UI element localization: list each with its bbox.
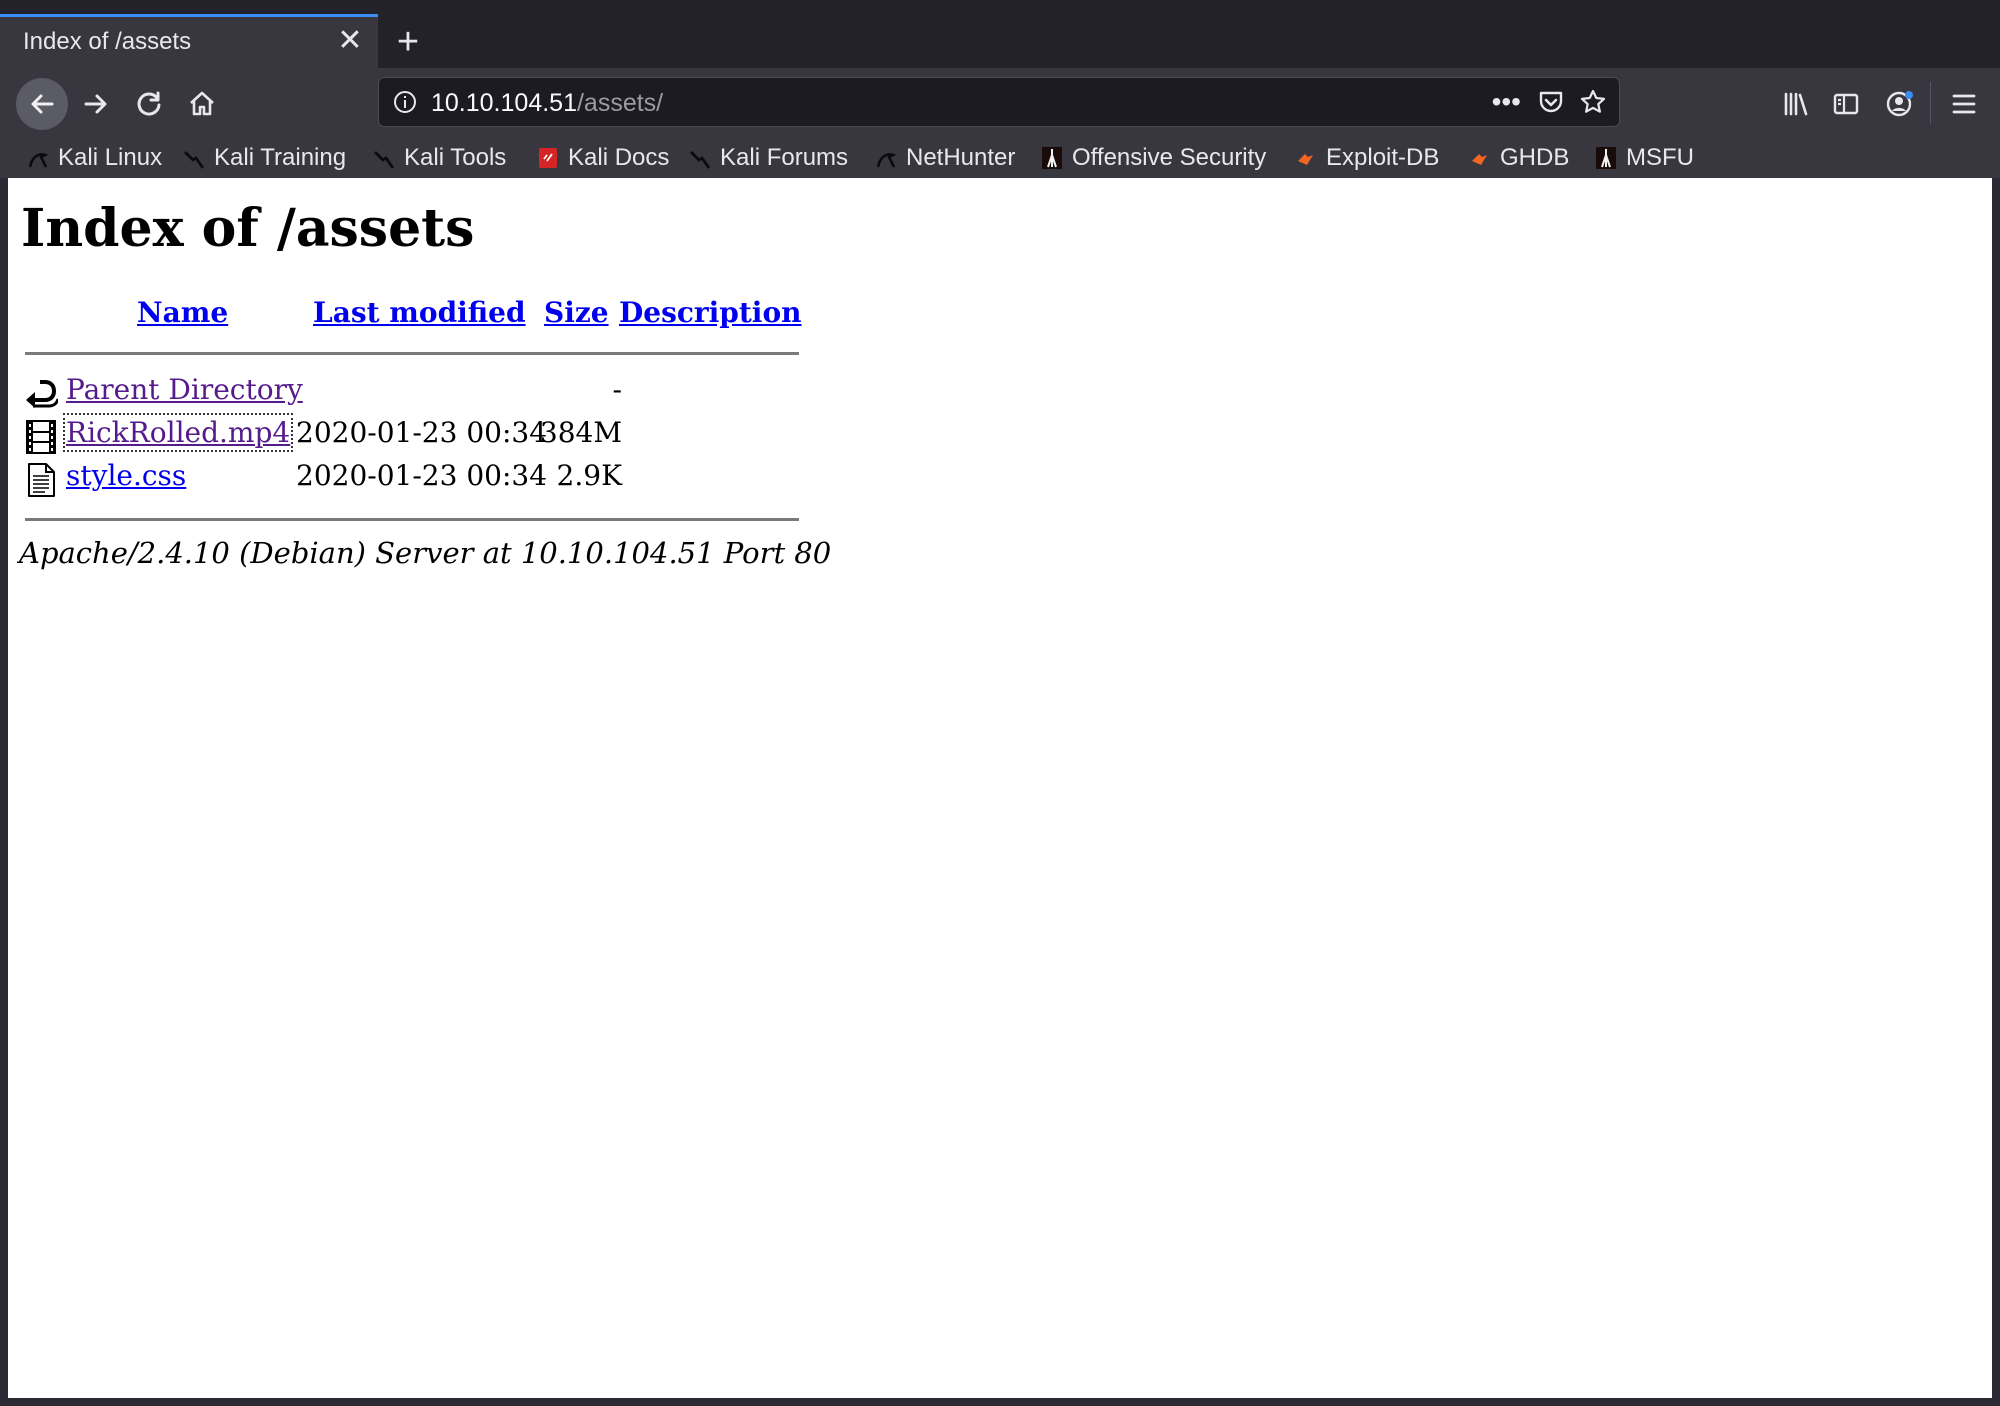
bookmark-label: MSFU <box>1626 144 1694 171</box>
bookmarks-toolbar: Kali Linux Kali Training Kali Tools Kali… <box>0 138 2000 178</box>
site-info-icon[interactable] <box>393 90 417 114</box>
url-text[interactable]: 10.10.104.51/assets/ <box>431 89 663 118</box>
tab-active[interactable]: Index of /assets ✕ <box>0 14 378 68</box>
menu-button[interactable] <box>1940 80 1988 128</box>
kali-dragon-icon <box>374 151 394 169</box>
back-arrow-icon <box>26 380 58 408</box>
bookmark-ghdb[interactable]: GHDB <box>1470 138 1569 178</box>
reload-button[interactable] <box>125 80 173 128</box>
header-rule <box>25 352 799 355</box>
toolbar-divider <box>1930 82 1931 124</box>
home-icon <box>190 91 214 116</box>
row-size: 384M <box>539 416 622 449</box>
column-header-name[interactable]: Name <box>137 296 228 329</box>
bookmark-star-icon[interactable] <box>1579 88 1607 116</box>
navigation-toolbar: 10.10.104.51/assets/ ••• <box>0 68 2000 138</box>
kali-docs-icon <box>539 148 557 168</box>
server-signature: Apache/2.4.10 (Debian) Server at 10.10.1… <box>19 536 832 570</box>
column-header-description[interactable]: Description <box>619 296 801 329</box>
address-bar[interactable]: 10.10.104.51/assets/ ••• <box>378 77 1620 127</box>
bookmark-kali-tools[interactable]: Kali Tools <box>374 138 506 178</box>
bookmark-label: Kali Training <box>214 144 347 171</box>
bookmark-label: Kali Linux <box>58 144 163 171</box>
kali-dragon-icon <box>690 151 710 169</box>
bookmark-label: Kali Forums <box>720 144 849 171</box>
offsec-icon <box>1596 147 1616 169</box>
back-button[interactable] <box>16 78 68 130</box>
kali-dragon-icon <box>876 153 896 168</box>
tab-title: Index of /assets <box>23 28 192 55</box>
sidebar-button[interactable] <box>1822 80 1870 128</box>
bookmark-label: Kali Tools <box>404 144 507 171</box>
row-name-link[interactable]: Parent Directory <box>66 373 303 406</box>
page-actions-icon[interactable]: ••• <box>1492 88 1521 116</box>
bookmark-label: GHDB <box>1500 144 1570 171</box>
row-size: - <box>612 373 622 406</box>
bookmark-kali-linux[interactable]: Kali Linux <box>28 138 162 178</box>
movie-file-icon <box>26 420 56 454</box>
footer-rule <box>25 518 799 521</box>
bookmark-offensive-security[interactable]: Offensive Security <box>1042 138 1266 178</box>
column-header-size[interactable]: Size <box>544 296 609 329</box>
url-host: 10.10.104.51 <box>431 89 577 117</box>
page-viewport: Index of /assets Name Last modified Size… <box>8 178 1992 1398</box>
url-path: /assets/ <box>576 89 664 117</box>
new-tab-icon[interactable]: + <box>392 22 424 62</box>
bookmark-exploit-db[interactable]: Exploit-DB <box>1296 138 1439 178</box>
offsec-icon <box>1042 147 1062 169</box>
forward-button[interactable] <box>72 80 120 128</box>
kali-dragon-icon <box>28 153 48 168</box>
sidebar-icon <box>1833 93 1859 115</box>
exploitdb-icon <box>1472 154 1487 165</box>
row-name-link[interactable]: style.css <box>66 459 186 492</box>
bookmark-nethunter[interactable]: NetHunter <box>876 138 1015 178</box>
page-title: Index of /assets <box>21 198 475 259</box>
row-name-link[interactable]: RickRolled.mp4 <box>62 413 294 452</box>
bookmark-msfu[interactable]: MSFU <box>1596 138 1694 178</box>
hamburger-menu-icon <box>1952 94 1976 114</box>
tab-strip: Index of /assets ✕ + <box>0 0 2000 68</box>
pocket-icon[interactable] <box>1537 88 1565 116</box>
row-size: 2.9K <box>556 459 622 492</box>
account-button[interactable] <box>1876 80 1924 128</box>
reload-icon <box>137 91 161 116</box>
back-arrow-icon <box>31 94 54 114</box>
home-button[interactable] <box>178 80 226 128</box>
bookmark-label: Offensive Security <box>1072 144 1267 171</box>
bookmark-label: Kali Docs <box>568 144 670 171</box>
column-header-last-modified[interactable]: Last modified <box>313 296 526 329</box>
kali-dragon-icon <box>184 151 204 169</box>
bookmark-label: Exploit-DB <box>1326 144 1440 171</box>
exploitdb-icon <box>1298 154 1313 165</box>
account-icon <box>1886 91 1913 117</box>
bookmark-kali-docs[interactable]: Kali Docs <box>538 138 669 178</box>
library-icon <box>1784 92 1808 116</box>
library-button[interactable] <box>1772 80 1820 128</box>
forward-arrow-icon <box>84 94 107 114</box>
text-file-icon <box>28 463 55 497</box>
bookmark-kali-training[interactable]: Kali Training <box>184 138 346 178</box>
tab-close-icon[interactable]: ✕ <box>334 25 366 57</box>
bookmark-label: NetHunter <box>906 144 1016 171</box>
bookmark-kali-forums[interactable]: Kali Forums <box>690 138 848 178</box>
